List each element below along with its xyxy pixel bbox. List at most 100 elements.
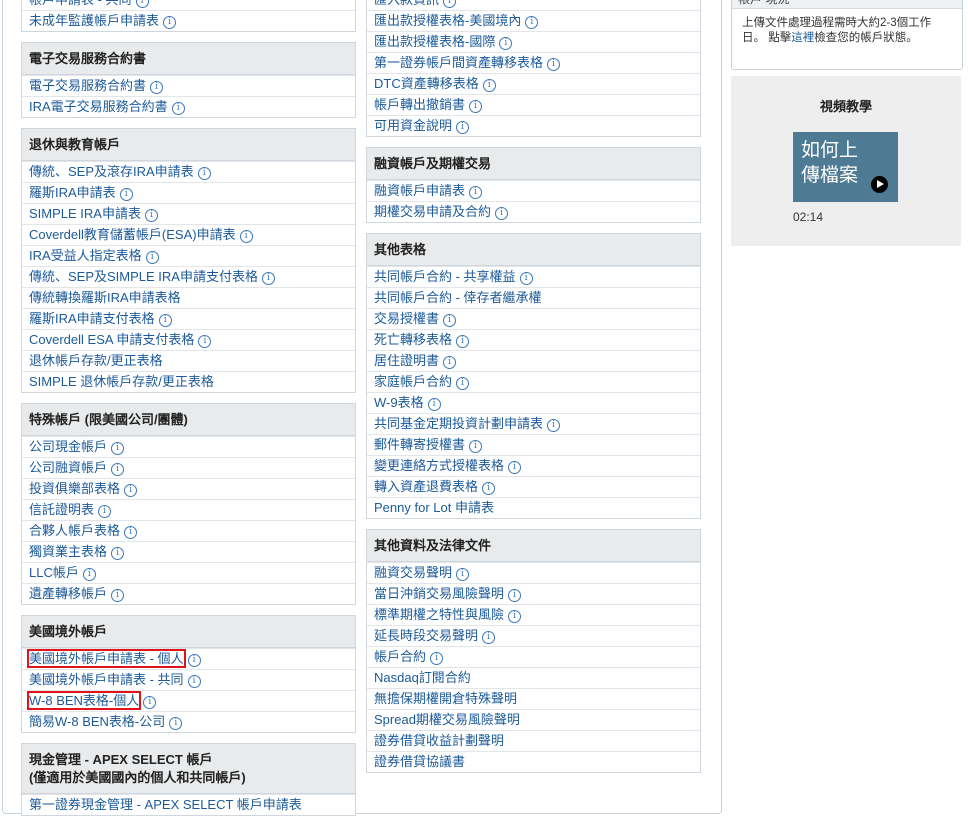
info-icon[interactable]: i: [187, 654, 201, 667]
form-link[interactable]: 匯出款授權表格-美國境內: [374, 13, 521, 28]
info-icon[interactable]: i: [525, 16, 539, 29]
form-link[interactable]: 變更連絡方式授權表格: [374, 458, 504, 473]
info-icon[interactable]: i: [119, 188, 133, 201]
form-link[interactable]: W-9表格: [374, 395, 424, 410]
info-icon[interactable]: i: [145, 251, 159, 264]
form-link[interactable]: 簡易W-8 BEN表格-公司: [29, 714, 165, 729]
form-link[interactable]: 信託證明表: [29, 502, 94, 517]
form-link[interactable]: 共同基金定期投資計劃申請表: [374, 416, 543, 431]
play-icon[interactable]: [871, 176, 888, 193]
form-link[interactable]: 郵件轉寄授權書: [374, 437, 465, 452]
info-icon[interactable]: i: [169, 717, 183, 730]
form-link[interactable]: 羅斯IRA申請表: [29, 185, 116, 200]
info-icon[interactable]: i: [124, 526, 138, 539]
info-icon[interactable]: i: [456, 121, 470, 134]
info-icon[interactable]: i: [519, 272, 533, 285]
form-link[interactable]: W-8 BEN表格-個人: [26, 691, 142, 710]
form-link[interactable]: Coverdell教育儲蓄帳戶(ESA)申請表: [29, 227, 236, 242]
form-link[interactable]: 傳統、SEP及滾存IRA申請表: [29, 164, 194, 179]
info-icon[interactable]: i: [158, 314, 172, 327]
info-icon[interactable]: i: [482, 79, 496, 92]
form-link[interactable]: 轉入資產退費表格: [374, 479, 478, 494]
info-icon[interactable]: i: [443, 0, 457, 8]
form-link[interactable]: 獨資業主表格: [29, 544, 107, 559]
info-icon[interactable]: i: [111, 442, 125, 455]
info-icon[interactable]: i: [508, 610, 522, 623]
form-link[interactable]: 家庭帳戶合約: [374, 374, 452, 389]
form-link[interactable]: Penny for Lot 申請表: [374, 500, 494, 515]
info-icon[interactable]: i: [163, 16, 177, 29]
info-icon[interactable]: i: [456, 568, 470, 581]
form-link[interactable]: 投資俱樂部表格: [29, 481, 120, 496]
form-link[interactable]: 共同帳戶合約 - 倖存者繼承權: [374, 290, 542, 305]
form-link[interactable]: 融資帳戶申請表: [374, 183, 465, 198]
info-icon[interactable]: i: [443, 314, 457, 327]
info-icon[interactable]: i: [98, 505, 112, 518]
form-link[interactable]: 退休帳戶存款/更正表格: [29, 353, 163, 368]
info-icon[interactable]: i: [547, 58, 561, 71]
form-link[interactable]: IRA受益人指定表格: [29, 248, 142, 263]
info-icon[interactable]: i: [135, 0, 149, 8]
form-link[interactable]: 未成年監護帳戶申請表: [29, 13, 159, 28]
info-icon[interactable]: i: [261, 272, 275, 285]
info-icon[interactable]: i: [427, 398, 441, 411]
form-link[interactable]: 融資交易聲明: [374, 565, 452, 580]
form-link[interactable]: 第一證券現金管理 - APEX SELECT 帳戶申請表: [29, 797, 302, 812]
form-link[interactable]: 遺產轉移帳戶: [29, 586, 107, 601]
form-link[interactable]: DTC資產轉移表格: [374, 76, 479, 91]
form-link[interactable]: 匯出款授權表格-國際: [374, 34, 495, 49]
form-link[interactable]: 可用資金說明: [374, 118, 452, 133]
form-link[interactable]: 共同帳戶合約 - 共享權益: [374, 269, 516, 284]
form-link[interactable]: 羅斯IRA申請支付表格: [29, 311, 155, 326]
form-link[interactable]: 帳戶申請表 - 共同: [29, 0, 132, 7]
status-check-link[interactable]: 這裡: [791, 32, 814, 44]
form-link[interactable]: 公司融資帳戶: [29, 460, 107, 475]
form-link[interactable]: SIMPLE IRA申請表: [29, 206, 141, 221]
form-link[interactable]: 美國境外帳戶申請表 - 共同: [29, 672, 184, 687]
info-icon[interactable]: i: [469, 100, 483, 113]
info-icon[interactable]: i: [482, 482, 496, 495]
info-icon[interactable]: i: [443, 356, 457, 369]
info-icon[interactable]: i: [111, 463, 125, 476]
form-link[interactable]: 第一證券帳戶間資產轉移表格: [374, 55, 543, 70]
form-link[interactable]: 標準期權之特性與風險: [374, 607, 504, 622]
info-icon[interactable]: i: [111, 589, 125, 602]
form-link[interactable]: 證券借貸收益計劃聲明: [374, 733, 504, 748]
form-link[interactable]: 傳統、SEP及SIMPLE IRA申請支付表格: [29, 269, 258, 284]
form-link[interactable]: 無擔保期權開倉特殊聲明: [374, 691, 517, 706]
form-link[interactable]: SIMPLE 退休帳戶存款/更正表格: [29, 374, 214, 389]
form-link[interactable]: Nasdaq訂閱合約: [374, 670, 471, 685]
video-thumbnail[interactable]: 如何上 傳檔案: [793, 132, 898, 202]
form-link[interactable]: 證券借貸協議書: [374, 754, 465, 769]
info-icon[interactable]: i: [198, 335, 212, 348]
info-icon[interactable]: i: [143, 696, 157, 709]
form-link[interactable]: 電子交易服務合約書: [29, 78, 146, 93]
form-link[interactable]: 延長時段交易聲明: [374, 628, 478, 643]
info-icon[interactable]: i: [456, 335, 470, 348]
info-icon[interactable]: i: [499, 37, 513, 50]
form-link[interactable]: 匯入款資訊: [374, 0, 439, 7]
form-link[interactable]: 帳戶轉出撤銷書: [374, 97, 465, 112]
info-icon[interactable]: i: [239, 230, 253, 243]
form-link[interactable]: 傳統轉換羅斯IRA申請表格: [29, 290, 181, 305]
info-icon[interactable]: i: [482, 631, 496, 644]
form-link[interactable]: 當日沖銷交易風險聲明: [374, 586, 504, 601]
info-icon[interactable]: i: [469, 440, 483, 453]
form-link[interactable]: 美國境外帳戶申請表 - 個人: [27, 649, 186, 668]
info-icon[interactable]: i: [187, 675, 201, 688]
form-link[interactable]: 帳戶合約: [374, 649, 426, 664]
info-icon[interactable]: i: [171, 102, 185, 115]
info-icon[interactable]: i: [144, 209, 158, 222]
form-link[interactable]: IRA電子交易服務合約書: [29, 99, 168, 114]
form-link[interactable]: Coverdell ESA 申請支付表格: [29, 332, 194, 347]
info-icon[interactable]: i: [124, 484, 138, 497]
info-icon[interactable]: i: [82, 568, 96, 581]
form-link[interactable]: 公司現金帳戶: [29, 439, 107, 454]
info-icon[interactable]: i: [547, 419, 561, 432]
info-icon[interactable]: i: [456, 377, 470, 390]
info-icon[interactable]: i: [495, 207, 509, 220]
form-link[interactable]: LLC帳戶: [29, 565, 79, 580]
form-link[interactable]: 居住證明書: [374, 353, 439, 368]
form-link[interactable]: Spread期權交易風險聲明: [374, 712, 520, 727]
form-link[interactable]: 期權交易申請及合約: [374, 204, 491, 219]
